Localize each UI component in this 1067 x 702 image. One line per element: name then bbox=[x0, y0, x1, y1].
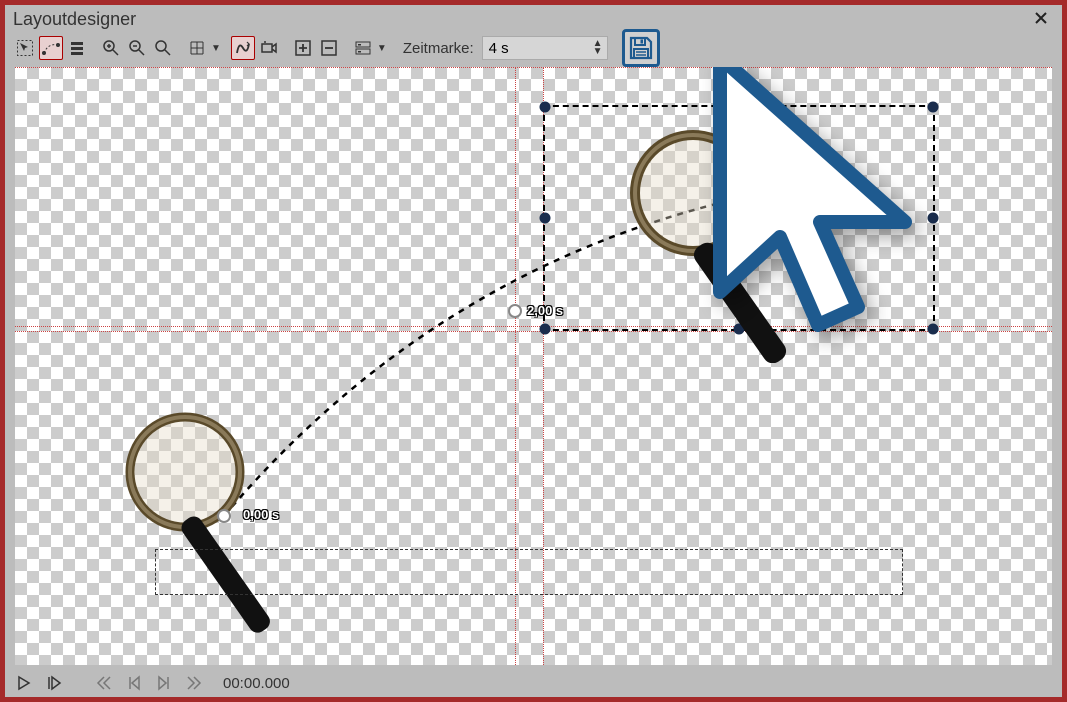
grid-icon bbox=[188, 39, 206, 57]
play-button[interactable] bbox=[13, 672, 35, 694]
last-icon bbox=[186, 675, 202, 691]
preset-button[interactable] bbox=[351, 36, 375, 60]
keyframe-marker[interactable] bbox=[508, 304, 522, 318]
main-toolbar: ▼ ▼ Zeitmarke: bbox=[5, 33, 1062, 63]
path-tool-button[interactable] bbox=[39, 36, 63, 60]
play-step-button[interactable] bbox=[43, 672, 65, 694]
curve-button[interactable] bbox=[231, 36, 255, 60]
play-icon bbox=[16, 675, 32, 691]
magnifier-start[interactable] bbox=[110, 407, 340, 642]
canvas[interactable]: 0,00 s 2,00 s bbox=[15, 67, 1052, 665]
keyframe-marker[interactable] bbox=[217, 509, 231, 523]
close-icon bbox=[1034, 11, 1048, 25]
zoom-fit-button[interactable] bbox=[151, 36, 175, 60]
save-icon bbox=[628, 35, 654, 61]
textbox-placeholder[interactable] bbox=[155, 549, 903, 595]
select-tool-button[interactable] bbox=[13, 36, 37, 60]
zoom-fit-icon bbox=[154, 39, 172, 57]
playbar: 00:00.000 bbox=[5, 669, 1062, 697]
path-icon bbox=[42, 39, 60, 57]
prev-frame-button[interactable] bbox=[123, 672, 145, 694]
keyframe-label-mid: 2,00 s bbox=[527, 303, 563, 318]
zoom-in-icon bbox=[102, 39, 120, 57]
camera-button[interactable] bbox=[257, 36, 281, 60]
select-icon bbox=[16, 39, 34, 57]
handle[interactable] bbox=[540, 324, 551, 335]
tool-group-grid: ▼ bbox=[185, 36, 221, 60]
handle[interactable] bbox=[540, 213, 551, 224]
tool-group-selection bbox=[13, 36, 89, 60]
tool-group-preset: ▼ bbox=[351, 36, 387, 60]
next-icon bbox=[156, 675, 172, 691]
kf-add-button[interactable] bbox=[291, 36, 315, 60]
preset-menu-arrow[interactable]: ▼ bbox=[377, 43, 387, 54]
timemark-label: Zeitmarke: bbox=[403, 40, 474, 57]
close-button[interactable] bbox=[1028, 9, 1054, 30]
timecode: 00:00.000 bbox=[223, 675, 290, 692]
tool-group-zoom bbox=[99, 36, 175, 60]
curve-icon bbox=[234, 39, 252, 57]
titlebar: Layoutdesigner bbox=[5, 5, 1062, 33]
kf-remove-button[interactable] bbox=[317, 36, 341, 60]
spin-down-icon[interactable]: ▼ bbox=[593, 48, 603, 56]
keyframe-label-start: 0,00 s bbox=[243, 507, 279, 522]
next-frame-button[interactable] bbox=[153, 672, 175, 694]
spinner-arrows[interactable]: ▲ ▼ bbox=[593, 40, 607, 56]
handle[interactable] bbox=[540, 102, 551, 113]
zoom-in-button[interactable] bbox=[99, 36, 123, 60]
first-frame-button[interactable] bbox=[93, 672, 115, 694]
cursor-overlay bbox=[700, 67, 940, 372]
prev-icon bbox=[126, 675, 142, 691]
app-window: Layoutdesigner bbox=[0, 0, 1067, 702]
plus-icon bbox=[294, 39, 312, 57]
timemark-spinner[interactable]: ▲ ▼ bbox=[482, 36, 608, 60]
zoom-out-icon bbox=[128, 39, 146, 57]
canvas-viewport[interactable]: 0,00 s 2,00 s bbox=[15, 67, 1052, 665]
grid-button[interactable] bbox=[185, 36, 209, 60]
preset-icon bbox=[354, 39, 372, 57]
step-icon bbox=[46, 675, 62, 691]
save-button[interactable] bbox=[622, 29, 660, 67]
layers-tool-button[interactable] bbox=[65, 36, 89, 60]
minus-icon bbox=[320, 39, 338, 57]
tool-group-kf bbox=[291, 36, 341, 60]
first-icon bbox=[96, 675, 112, 691]
zoom-out-button[interactable] bbox=[125, 36, 149, 60]
layers-icon bbox=[68, 39, 86, 57]
tool-group-motion bbox=[231, 36, 281, 60]
window-title: Layoutdesigner bbox=[13, 9, 1028, 30]
last-frame-button[interactable] bbox=[183, 672, 205, 694]
camera-icon bbox=[260, 39, 278, 57]
grid-menu-arrow[interactable]: ▼ bbox=[211, 43, 221, 54]
timemark-input[interactable] bbox=[483, 40, 593, 57]
